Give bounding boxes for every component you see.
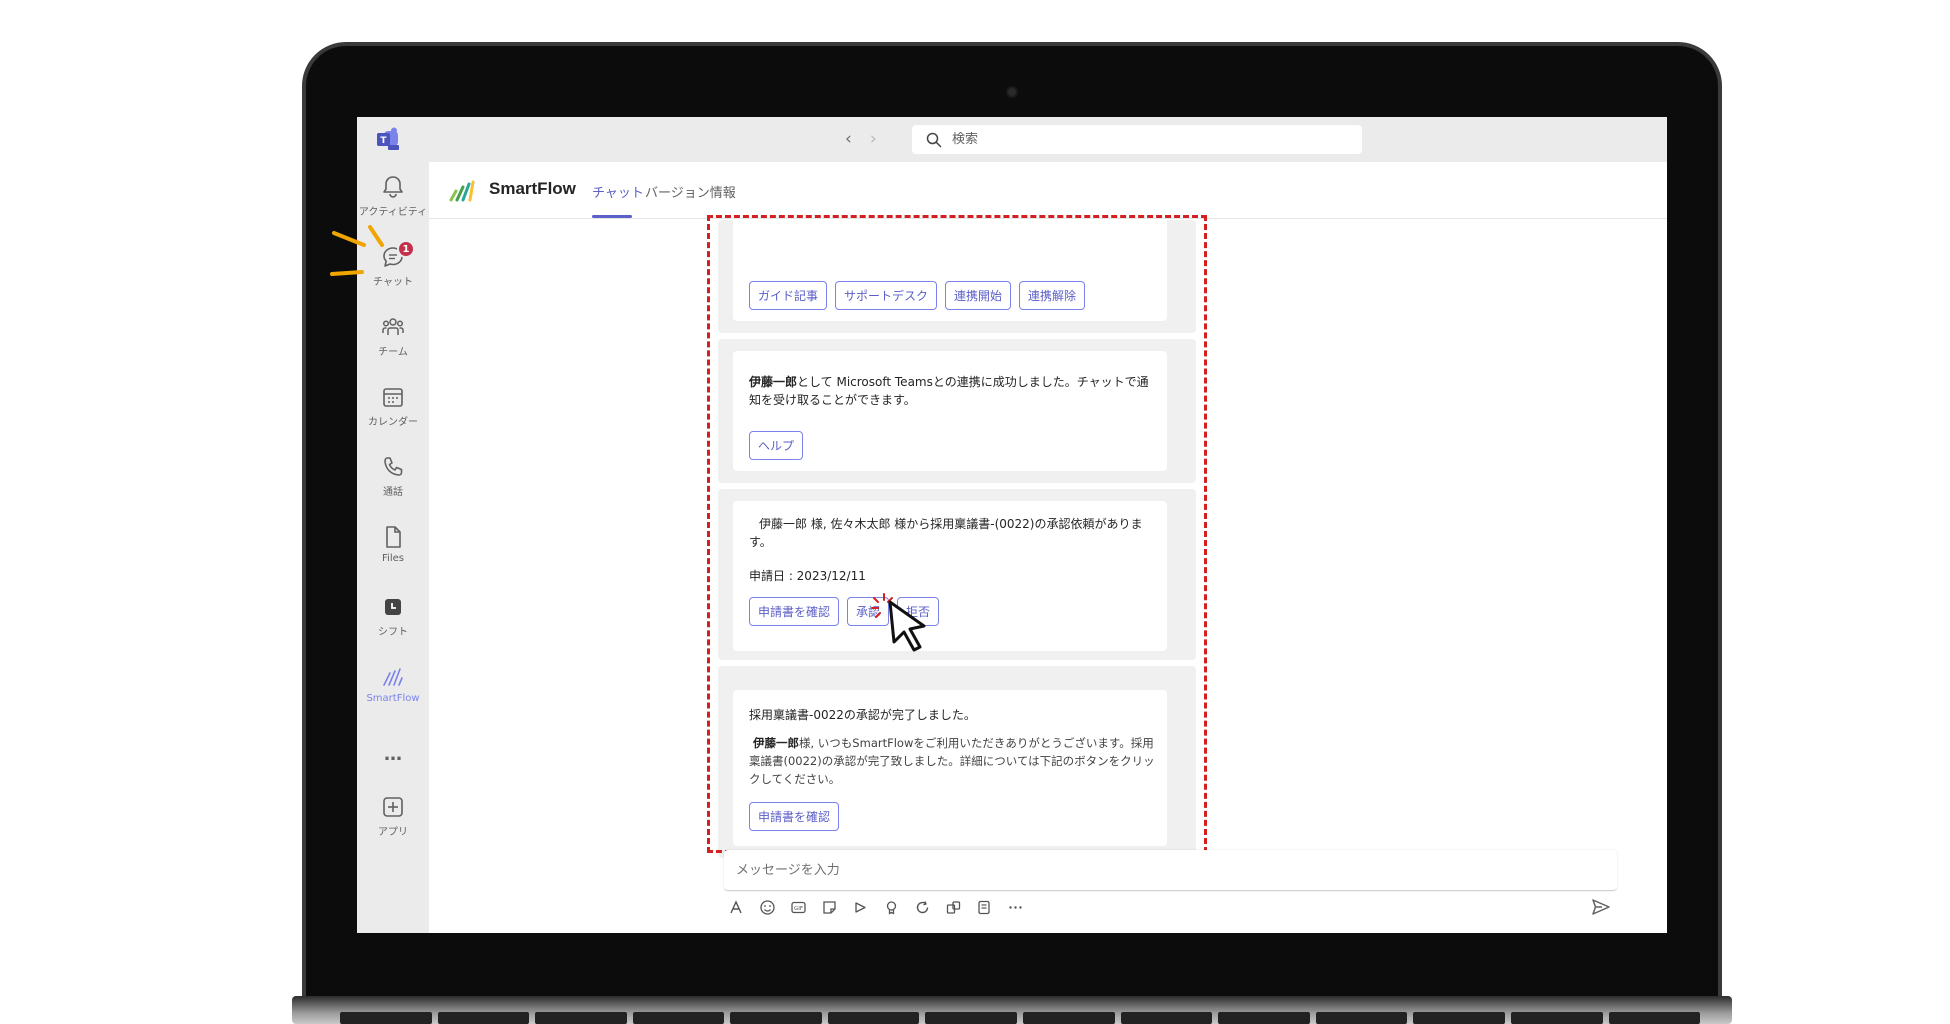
smartflow-icon bbox=[383, 668, 403, 686]
send-icon[interactable] bbox=[1590, 896, 1612, 918]
message-input[interactable] bbox=[736, 862, 1596, 878]
search-icon bbox=[926, 132, 942, 147]
compose-box[interactable] bbox=[724, 850, 1617, 891]
rail-label: SmartFlow bbox=[366, 693, 420, 704]
add-app-icon bbox=[383, 797, 403, 817]
back-icon[interactable]: ‹ bbox=[845, 129, 852, 149]
title-bar: T ‹ › bbox=[357, 117, 1667, 162]
forward-icon[interactable]: › bbox=[870, 129, 877, 149]
rail-item-smartflow[interactable]: SmartFlow bbox=[357, 664, 429, 724]
rail-item-teams[interactable]: チーム bbox=[357, 314, 429, 374]
tab-version-info[interactable]: バージョン情報 bbox=[645, 182, 736, 201]
svg-text:GIF: GIF bbox=[794, 906, 803, 912]
rail-label: チーム bbox=[378, 347, 408, 358]
gif-icon[interactable]: GIF bbox=[789, 898, 808, 917]
more-icon: … bbox=[384, 744, 402, 765]
rail-label: アプリ bbox=[378, 827, 408, 838]
active-tab-indicator bbox=[592, 215, 632, 218]
rail-item-calls[interactable]: 通話 bbox=[357, 454, 429, 514]
chat-badge: 1 bbox=[397, 240, 415, 258]
phone-icon bbox=[384, 457, 403, 476]
shift-icon bbox=[385, 599, 401, 615]
praise-icon[interactable] bbox=[882, 898, 901, 917]
rail-label: シフト bbox=[378, 627, 408, 638]
file-icon bbox=[386, 526, 401, 548]
app-header: SmartFlow チャット バージョン情報 bbox=[429, 162, 1667, 219]
bell-icon bbox=[383, 176, 403, 198]
keyboard-row bbox=[340, 1012, 1701, 1024]
rail-item-shifts[interactable]: シフト bbox=[357, 594, 429, 654]
calendar-icon bbox=[383, 388, 403, 407]
rail-item-files[interactable]: Files bbox=[357, 524, 429, 584]
compose-toolbar: GIF bbox=[727, 898, 1025, 917]
nav-arrows: ‹ › bbox=[845, 129, 877, 149]
rail-label: カレンダー bbox=[368, 417, 418, 428]
webcam bbox=[1006, 86, 1018, 98]
svg-text:T: T bbox=[380, 136, 387, 146]
attention-lines-icon bbox=[330, 225, 384, 276]
loop-icon[interactable] bbox=[913, 898, 932, 917]
mouse-cursor-icon bbox=[888, 600, 926, 652]
emoji-icon[interactable] bbox=[758, 898, 777, 917]
smartflow-logo-icon bbox=[449, 180, 475, 202]
people-icon bbox=[382, 318, 404, 335]
stage: T ‹ › アクティビティ 1 チャット bbox=[0, 0, 1950, 1024]
meet-now-icon[interactable] bbox=[851, 898, 870, 917]
rail-item-apps[interactable]: アプリ bbox=[357, 794, 429, 854]
rail-label: Files bbox=[382, 553, 404, 564]
rail-item-calendar[interactable]: カレンダー bbox=[357, 384, 429, 444]
rail-label: アクティビティ bbox=[358, 207, 428, 218]
format-icon[interactable] bbox=[727, 898, 746, 917]
rail-label: 通話 bbox=[383, 487, 403, 498]
sticker-icon[interactable] bbox=[820, 898, 839, 917]
teams-logo-icon: T bbox=[377, 127, 399, 150]
tab-chat[interactable]: チャット bbox=[592, 182, 644, 201]
highlight-box bbox=[707, 215, 1207, 853]
more-options-icon[interactable] bbox=[1006, 898, 1025, 917]
search-bar[interactable] bbox=[912, 125, 1362, 154]
search-input[interactable] bbox=[952, 132, 1332, 147]
rail-item-more[interactable]: … bbox=[357, 744, 429, 774]
teams-window: T ‹ › アクティビティ 1 チャット bbox=[357, 117, 1667, 933]
app-name: SmartFlow bbox=[489, 179, 576, 198]
apps-icon[interactable] bbox=[944, 898, 963, 917]
chat-area: ガイド記事 サポートデスク 連携開始 連携解除 伊藤一郎として Microsof… bbox=[429, 215, 1667, 933]
note-icon[interactable] bbox=[975, 898, 994, 917]
